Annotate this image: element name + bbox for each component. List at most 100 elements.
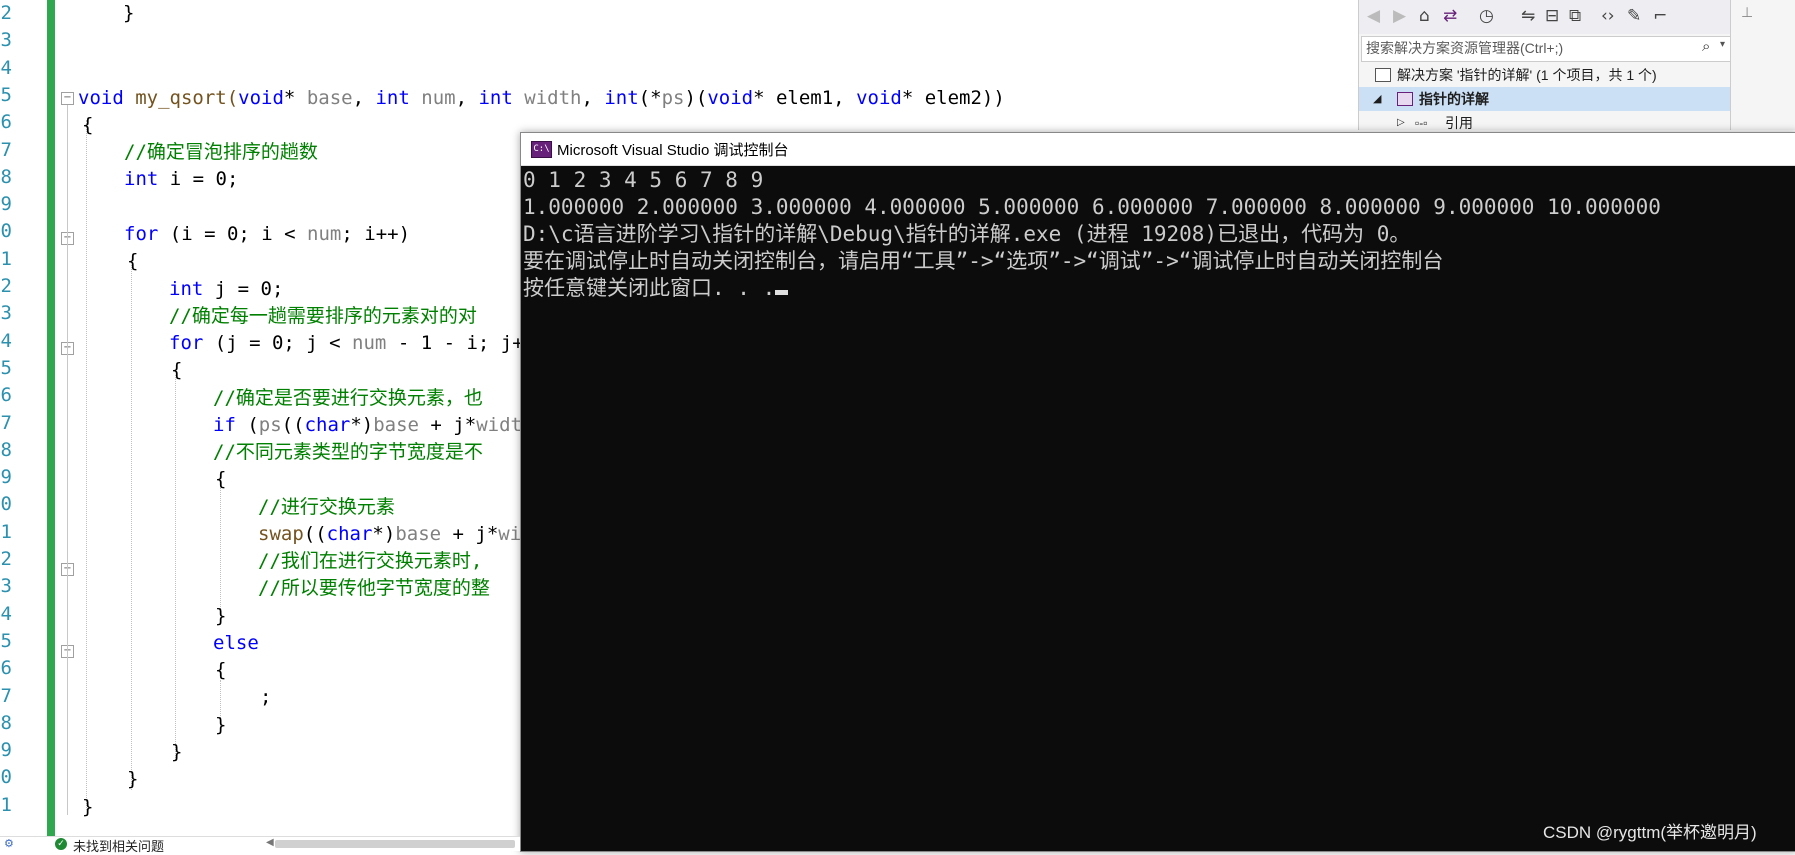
line-number: 6 (0, 111, 12, 134)
switch-views-icon[interactable]: ⇄ (1443, 6, 1457, 26)
code-line-for: for (j = 0; j < num - 1 - i; j++ (169, 332, 536, 354)
console-title-bar[interactable]: C:\ Microsoft Visual Studio 调试控制台 (521, 133, 1795, 166)
show-all-icon[interactable]: ⧉ (1569, 6, 1581, 26)
line-number: 7 (0, 411, 12, 434)
tree-item-project[interactable]: ◢ 指针的详解 (1359, 87, 1731, 111)
home-icon[interactable]: ⌂ (1419, 6, 1430, 26)
check-icon: ✓ (55, 838, 67, 850)
code-line: } (215, 605, 227, 627)
line-number: 5 (0, 629, 12, 652)
search-input[interactable] (1362, 37, 1690, 59)
line-number: 3 (0, 29, 12, 52)
project-label: 指针的详解 (1419, 91, 1489, 107)
code-comment: //进行交换元素 (258, 496, 395, 518)
references-icon: ▫-▫ (1415, 116, 1428, 130)
line-number: 2 (0, 548, 12, 570)
debug-console-window[interactable]: C:\ Microsoft Visual Studio 调试控制台 0 1 2 … (520, 132, 1795, 852)
line-number: 9 (0, 739, 12, 762)
indent-guide (86, 120, 87, 810)
line-number: 5 (0, 83, 12, 106)
code-line-if: if (ps((char*)base + j*width (213, 414, 534, 436)
console-icon: C:\ (531, 141, 552, 158)
collapsed-arrow-icon[interactable]: ▷ (1397, 111, 1405, 130)
console-line: 1.000000 2.000000 3.000000 4.000000 5.00… (523, 195, 1661, 219)
line-number: 8 (0, 711, 12, 734)
line-number: 8 (0, 165, 12, 188)
code-line: } (127, 768, 139, 790)
line-number: 4 (0, 56, 12, 79)
preview-icon[interactable]: ⌐ (1653, 6, 1667, 26)
code-comment: //确定冒泡排序的趟数 (124, 141, 318, 163)
horizontal-scrollbar[interactable] (275, 840, 515, 848)
code-comment: //不同元素类型的字节宽度是不 (213, 441, 483, 463)
code-line: { (127, 250, 139, 272)
code-line: } (123, 2, 135, 24)
line-number: 1 (0, 520, 12, 543)
project-icon (1397, 92, 1413, 106)
line-number: 0 (0, 493, 12, 516)
code-line-else: else (213, 632, 259, 654)
health-icon[interactable]: ⚙ (4, 837, 14, 850)
line-number: 9 (0, 193, 12, 216)
tree-item-references[interactable]: ▷ ▫-▫ 引用 (1359, 111, 1731, 130)
console-line: D:\c语言进阶学习\指针的详解\Debug\指针的详解.exe (进程 192… (523, 222, 1411, 246)
line-number: 4 (0, 602, 12, 625)
line-number: 3 (0, 575, 12, 598)
line-number: 7 (0, 684, 12, 707)
console-line-prompt: 按任意键关闭此窗口. . . (523, 275, 789, 302)
indent-guide (175, 375, 176, 760)
console-title: Microsoft Visual Studio 调试控制台 (557, 142, 789, 159)
sync-icon[interactable]: ⇋ (1521, 6, 1535, 26)
tree-item-solution[interactable]: 解决方案 '指针的详解' (1 个项目，共 1 个) (1359, 63, 1731, 87)
line-number: 3 (0, 302, 12, 325)
line-number: 2 (0, 2, 12, 24)
expand-arrow-icon[interactable]: ◢ (1373, 87, 1381, 111)
history-icon[interactable]: ◷ (1479, 6, 1494, 26)
back-icon[interactable]: ◀ (1367, 6, 1380, 26)
code-line: { (171, 359, 183, 381)
line-number: 6 (0, 657, 12, 680)
line-number: 0 (0, 766, 12, 789)
code-line: { (215, 468, 227, 490)
line-number: 9 (0, 466, 12, 489)
code-line: { (215, 659, 227, 681)
code-line: ; (260, 686, 272, 708)
references-label: 引用 (1445, 115, 1473, 130)
watermark: CSDN @rygttm(举杯邀明月) (1543, 823, 1757, 842)
code-line: } (215, 714, 227, 736)
console-line: 0 1 2 3 4 5 6 7 8 9 (523, 168, 764, 192)
line-number: 4 (0, 329, 12, 352)
solution-label: 解决方案 '指针的详解' (1 个项目，共 1 个) (1397, 67, 1657, 83)
code-view-icon[interactable]: ‹› (1601, 6, 1615, 26)
properties-icon[interactable]: ✎ (1627, 6, 1641, 26)
collapse-icon[interactable]: ⊟ (1545, 6, 1559, 26)
status-message[interactable]: 未找到相关问题 (73, 836, 164, 855)
side-tool-strip: ⊥ (1730, 0, 1795, 130)
code-line-function-signature: void my_qsort(void* base, int num, int w… (78, 87, 1005, 109)
line-number: 1 (0, 793, 12, 816)
fold-toggle-icon[interactable]: − (61, 92, 74, 105)
solution-icon (1375, 68, 1391, 82)
change-tracking-bar (47, 0, 55, 838)
code-line: int j = 0; (169, 278, 284, 300)
solution-explorer-search[interactable]: ⌕ ▾ (1361, 36, 1731, 62)
code-comment: //我们在进行交换元素时, (258, 550, 483, 572)
line-number: 5 (0, 356, 12, 379)
code-line: int i = 0; (124, 168, 239, 190)
code-comment: //确定是否要进行交换元素，也 (213, 387, 483, 409)
indent-guide (131, 265, 132, 790)
pin-icon[interactable]: ⊥ (1741, 4, 1753, 21)
line-number: 8 (0, 438, 12, 461)
code-line-swap: swap((char*)base + j*wid (258, 523, 533, 545)
line-number: 1 (0, 247, 12, 270)
code-line: } (171, 741, 183, 763)
chevron-down-icon[interactable]: ▾ (1720, 39, 1725, 50)
forward-icon[interactable]: ▶ (1393, 6, 1406, 26)
console-output[interactable]: 0 1 2 3 4 5 6 7 8 9 1.000000 2.000000 3.… (521, 167, 1795, 851)
code-comment: //确定每一趟需要排序的元素对的对 (169, 305, 477, 327)
line-number: 7 (0, 138, 12, 161)
scroll-left-icon[interactable]: ◀ (266, 837, 274, 848)
console-line: 要在调试停止时自动关闭控制台，请启用“工具”->“选项”->“调试”->“调试停… (523, 249, 1444, 273)
line-number: 0 (0, 220, 12, 243)
search-icon[interactable]: ⌕ (1702, 38, 1710, 55)
